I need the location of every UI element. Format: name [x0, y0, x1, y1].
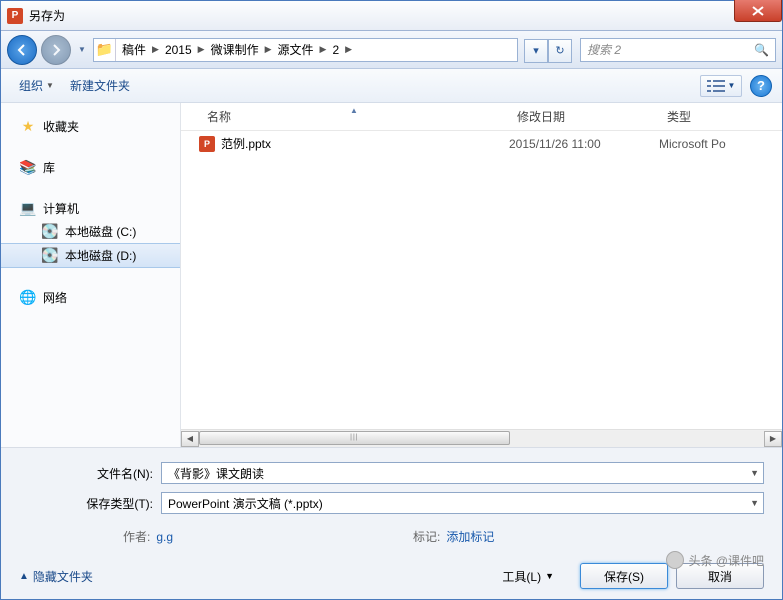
- navbar: ▼ 📁 稿件▶ 2015▶ 微课制作▶ 源文件▶ 2▶ ▾ ↻ 搜索 2 🔍: [1, 31, 782, 69]
- chevron-down-icon[interactable]: ▼: [750, 498, 759, 508]
- search-input[interactable]: 搜索 2 🔍: [580, 38, 776, 62]
- window-title: 另存为: [29, 7, 65, 24]
- folder-icon: 📁: [94, 39, 116, 61]
- tags-label: 标记:: [413, 530, 440, 544]
- computer-icon: 💻: [19, 201, 37, 217]
- forward-button[interactable]: [41, 35, 71, 65]
- file-name: 范例.pptx: [221, 135, 271, 152]
- file-list[interactable]: P 范例.pptx 2015/11/26 11:00 Microsoft Po: [181, 131, 782, 429]
- disk-icon: 💽: [41, 248, 59, 264]
- sidebar-computer[interactable]: 💻计算机: [1, 197, 180, 220]
- save-as-dialog: P 另存为 ▼ 📁 稿件▶ 2015▶ 微课制作▶ 源文件▶ 2▶ ▾ ↻ 搜索…: [0, 0, 783, 600]
- breadcrumb-seg[interactable]: 源文件: [274, 39, 318, 61]
- filename-label: 文件名(N):: [19, 465, 161, 482]
- filename-input[interactable]: 《背影》课文朗读▼: [161, 462, 764, 484]
- search-placeholder: 搜索 2: [587, 41, 621, 58]
- file-row[interactable]: P 范例.pptx 2015/11/26 11:00 Microsoft Po: [181, 131, 782, 156]
- col-date[interactable]: 修改日期: [509, 108, 659, 125]
- file-pane: 名称▲ 修改日期 类型 P 范例.pptx 2015/11/26 11:00 Mi…: [181, 103, 782, 447]
- pptx-icon: P: [199, 136, 215, 152]
- scroll-left-button[interactable]: ◀: [181, 431, 199, 447]
- chevron-down-icon[interactable]: ▼: [750, 468, 759, 478]
- chevron-up-icon: ▲: [19, 571, 29, 582]
- breadcrumb-seg[interactable]: 2: [328, 39, 343, 61]
- nav-history-dropdown[interactable]: ▼: [75, 35, 89, 65]
- help-button[interactable]: ?: [750, 75, 772, 97]
- author-value[interactable]: g.g: [156, 530, 173, 544]
- column-headers: 名称▲ 修改日期 类型: [181, 103, 782, 131]
- breadcrumb[interactable]: 📁 稿件▶ 2015▶ 微课制作▶ 源文件▶ 2▶: [93, 38, 518, 62]
- sidebar-libraries[interactable]: 📚库: [1, 156, 180, 179]
- hide-folders-toggle[interactable]: ▲隐藏文件夹: [19, 568, 93, 585]
- filetype-select[interactable]: PowerPoint 演示文稿 (*.pptx)▼: [161, 492, 764, 514]
- refresh-button[interactable]: ↻: [548, 39, 572, 63]
- scroll-thumb[interactable]: |||: [199, 431, 510, 445]
- sidebar-disk-c[interactable]: 💽本地磁盘 (C:): [1, 220, 180, 243]
- breadcrumb-seg[interactable]: 2015: [161, 39, 196, 61]
- tags-value[interactable]: 添加标记: [446, 530, 494, 544]
- breadcrumb-seg[interactable]: 微课制作: [207, 39, 263, 61]
- new-folder-button[interactable]: 新建文件夹: [62, 73, 138, 98]
- titlebar: P 另存为: [1, 1, 782, 31]
- file-type: Microsoft Po: [659, 137, 782, 151]
- body: ★收藏夹 📚库 💻计算机 💽本地磁盘 (C:) 💽本地磁盘 (D:) 🌐网络 名…: [1, 103, 782, 447]
- close-button[interactable]: [734, 0, 782, 22]
- cancel-button[interactable]: 取消: [676, 563, 764, 589]
- disk-icon: 💽: [41, 224, 59, 240]
- author-label: 作者:: [123, 530, 150, 544]
- star-icon: ★: [19, 119, 37, 135]
- file-date: 2015/11/26 11:00: [509, 137, 659, 151]
- search-icon: 🔍: [754, 43, 769, 57]
- powerpoint-icon: P: [7, 8, 23, 24]
- sidebar-disk-d[interactable]: 💽本地磁盘 (D:): [1, 243, 180, 268]
- col-type[interactable]: 类型: [659, 108, 782, 125]
- organize-menu[interactable]: 组织▼: [11, 73, 62, 98]
- horizontal-scrollbar[interactable]: ◀ ||| ▶: [181, 429, 782, 447]
- toolbar: 组织▼ 新建文件夹 ▼ ?: [1, 69, 782, 103]
- tools-menu[interactable]: 工具(L)▼: [502, 568, 554, 585]
- scroll-right-button[interactable]: ▶: [764, 431, 782, 447]
- col-name[interactable]: 名称▲: [199, 108, 509, 125]
- library-icon: 📚: [19, 160, 37, 176]
- network-icon: 🌐: [19, 290, 37, 306]
- scroll-track[interactable]: |||: [199, 431, 764, 447]
- sidebar-favorites[interactable]: ★收藏夹: [1, 115, 180, 138]
- sidebar: ★收藏夹 📚库 💻计算机 💽本地磁盘 (C:) 💽本地磁盘 (D:) 🌐网络: [1, 103, 181, 447]
- save-button[interactable]: 保存(S): [580, 563, 668, 589]
- sidebar-network[interactable]: 🌐网络: [1, 286, 180, 309]
- view-options-button[interactable]: ▼: [700, 75, 742, 97]
- breadcrumb-seg[interactable]: 稿件: [118, 39, 150, 61]
- breadcrumb-dropdown-button[interactable]: ▾: [524, 39, 548, 63]
- filetype-label: 保存类型(T):: [19, 495, 161, 512]
- bottom-panel: 文件名(N): 《背影》课文朗读▼ 保存类型(T): PowerPoint 演示…: [1, 447, 782, 599]
- back-button[interactable]: [7, 35, 37, 65]
